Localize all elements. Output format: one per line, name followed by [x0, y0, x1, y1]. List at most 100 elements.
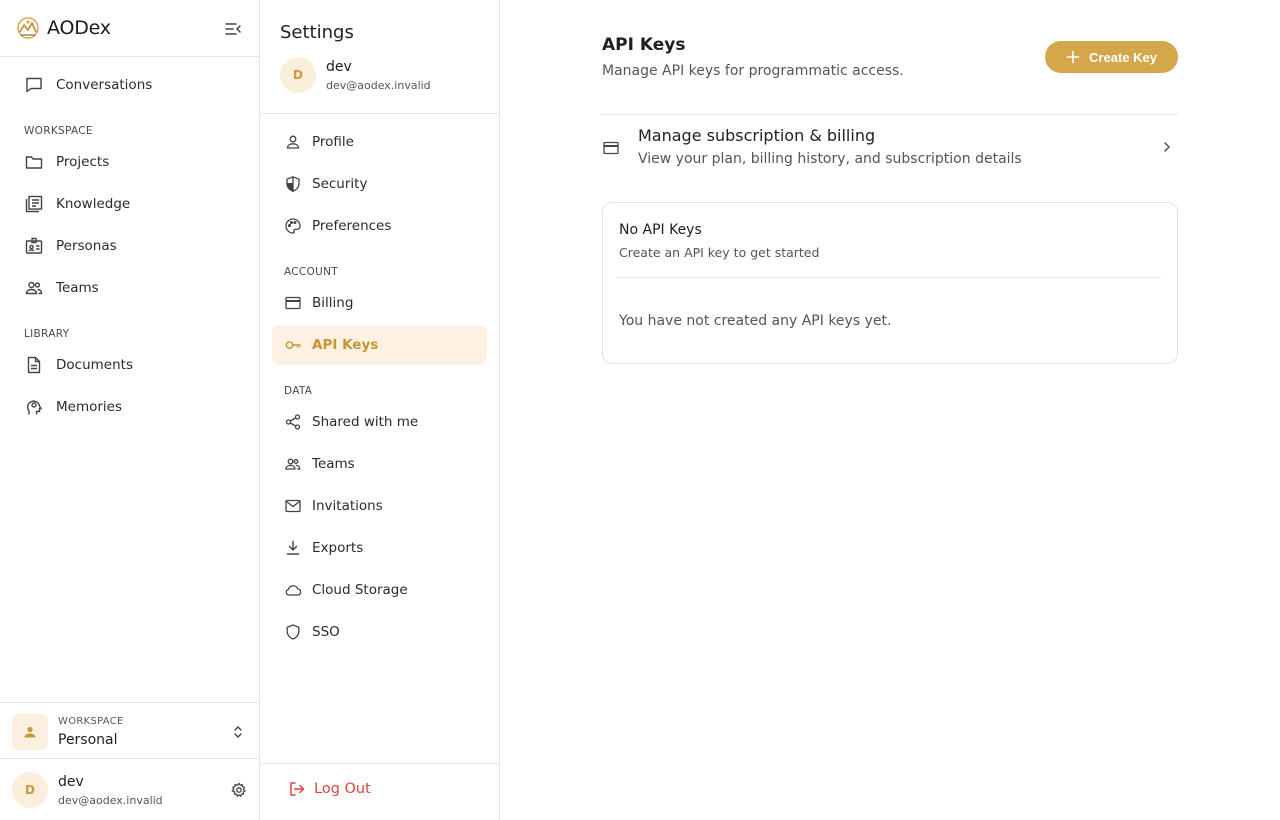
chevron-right-icon [1164, 142, 1171, 152]
sidebar-item-knowledge[interactable]: Knowledge [12, 186, 248, 222]
settings-section-data: DATA [284, 385, 313, 397]
divider [618, 277, 1161, 278]
app-sidebar: AODex Conversations WORKSPACE Projects K… [0, 0, 260, 820]
create-key-button[interactable]: Create Key [1045, 41, 1178, 73]
sidebar-item-documents[interactable]: Documents [12, 347, 248, 383]
settings-item-profile[interactable]: Profile [272, 122, 487, 162]
billing-subtitle: View your plan, billing history, and sub… [638, 151, 1022, 167]
logout-button[interactable]: Log Out [288, 780, 371, 798]
sidebar-item-label: Teams [56, 280, 99, 296]
chat-bubble-icon [26, 77, 42, 93]
user-profile[interactable]: D dev dev@aodex.invalid [0, 760, 259, 820]
sidebar-item-label: Memories [56, 399, 123, 415]
brand-name: AODex [47, 17, 111, 39]
settings-item-cloud-storage[interactable]: Cloud Storage [272, 570, 487, 610]
settings-item-label: API Keys [312, 337, 379, 353]
user-email: dev@aodex.invalid [58, 794, 163, 807]
main-content: API Keys Manage API keys for programmati… [500, 0, 1280, 820]
settings-item-label: Profile [312, 134, 354, 150]
sidebar-item-label: Documents [56, 357, 133, 373]
api-keys-empty-state: No API Keys Create an API key to get sta… [602, 202, 1178, 364]
cloud-icon [285, 585, 302, 596]
settings-item-shared-with-me[interactable]: Shared with me [272, 402, 487, 442]
empty-title: No API Keys [619, 222, 702, 238]
sidebar-item-memories[interactable]: Memories [12, 389, 248, 425]
key-icon [285, 341, 301, 349]
chevron-up-down-icon[interactable] [231, 723, 245, 741]
logout-icon [290, 782, 305, 796]
sidebar-item-label: Personas [56, 238, 117, 254]
settings-section-account: ACCOUNT [284, 266, 338, 278]
divider [260, 113, 499, 114]
share-icon [285, 414, 301, 430]
sidebar-item-conversations[interactable]: Conversations [12, 67, 248, 103]
settings-item-label: Shared with me [312, 414, 419, 430]
sidebar-item-teams[interactable]: Teams [12, 270, 248, 306]
avatar: D [12, 772, 48, 808]
sidebar-section-library: LIBRARY [24, 328, 70, 340]
workspace-label: WORKSPACE [58, 716, 124, 727]
empty-subtitle: Create an API key to get started [619, 245, 820, 260]
user-name: dev [58, 774, 84, 790]
document-icon [27, 356, 41, 374]
shield-outline-icon [286, 624, 300, 640]
workspace-switcher[interactable]: WORKSPACE Personal [0, 702, 259, 759]
avatar: D [280, 57, 316, 93]
billing-title: Manage subscription & billing [638, 126, 876, 145]
settings-user-email: dev@aodex.invalid [326, 79, 431, 92]
id-badge-icon [25, 237, 43, 254]
divider [260, 763, 499, 764]
collapse-sidebar-icon[interactable] [223, 19, 243, 39]
brain-head-icon [26, 400, 43, 415]
settings-item-security[interactable]: Security [272, 164, 487, 204]
sidebar-item-personas[interactable]: Personas [12, 228, 248, 264]
empty-message: You have not created any API keys yet. [619, 313, 892, 329]
sidebar-item-label: Projects [56, 154, 110, 170]
settings-sidebar: Settings D dev dev@aodex.invalid Profile… [260, 0, 500, 820]
settings-item-label: Billing [312, 295, 354, 311]
settings-item-sso[interactable]: SSO [272, 612, 487, 652]
download-icon [286, 540, 300, 555]
sidebar-item-projects[interactable]: Projects [12, 144, 248, 180]
settings-user-name: dev [326, 59, 352, 75]
logout-label: Log Out [314, 781, 371, 797]
plus-icon [1066, 50, 1080, 64]
settings-title: Settings [280, 22, 354, 43]
settings-item-label: Cloud Storage [312, 582, 408, 598]
person-icon [24, 726, 36, 738]
settings-item-exports[interactable]: Exports [272, 528, 487, 568]
workspace-name: Personal [58, 732, 118, 748]
settings-item-label: Invitations [312, 498, 383, 514]
settings-item-teams[interactable]: Teams [272, 444, 487, 484]
settings-item-invitations[interactable]: Invitations [272, 486, 487, 526]
settings-item-label: SSO [312, 624, 340, 640]
settings-item-label: Preferences [312, 218, 392, 234]
palette-icon [285, 218, 301, 234]
settings-item-api-keys[interactable]: API Keys [272, 325, 487, 365]
people-icon [285, 458, 301, 470]
credit-card-icon [603, 141, 619, 155]
library-books-icon [25, 195, 43, 213]
gear-icon[interactable] [231, 782, 247, 798]
create-key-label: Create Key [1089, 49, 1157, 65]
brand-header: AODex [0, 0, 259, 57]
sidebar-item-label: Knowledge [56, 196, 131, 212]
settings-item-preferences[interactable]: Preferences [272, 206, 487, 246]
sidebar-section-workspace: WORKSPACE [24, 125, 93, 137]
settings-item-label: Teams [312, 456, 355, 472]
workspace-avatar [12, 714, 48, 750]
folder-icon [25, 156, 43, 169]
person-outline-icon [286, 135, 300, 149]
settings-item-label: Security [312, 176, 368, 192]
manage-billing-link[interactable]: Manage subscription & billing View your … [602, 115, 1178, 181]
aodex-logo-icon [17, 17, 39, 39]
settings-item-billing[interactable]: Billing [272, 283, 487, 323]
mail-icon [285, 499, 301, 513]
settings-item-label: Exports [312, 540, 364, 556]
people-icon [25, 281, 43, 295]
page-subtitle: Manage API keys for programmatic access. [602, 63, 904, 79]
sidebar-item-label: Conversations [56, 77, 153, 93]
shield-icon [286, 176, 300, 193]
credit-card-icon [285, 296, 301, 310]
page-title: API Keys [602, 35, 686, 55]
